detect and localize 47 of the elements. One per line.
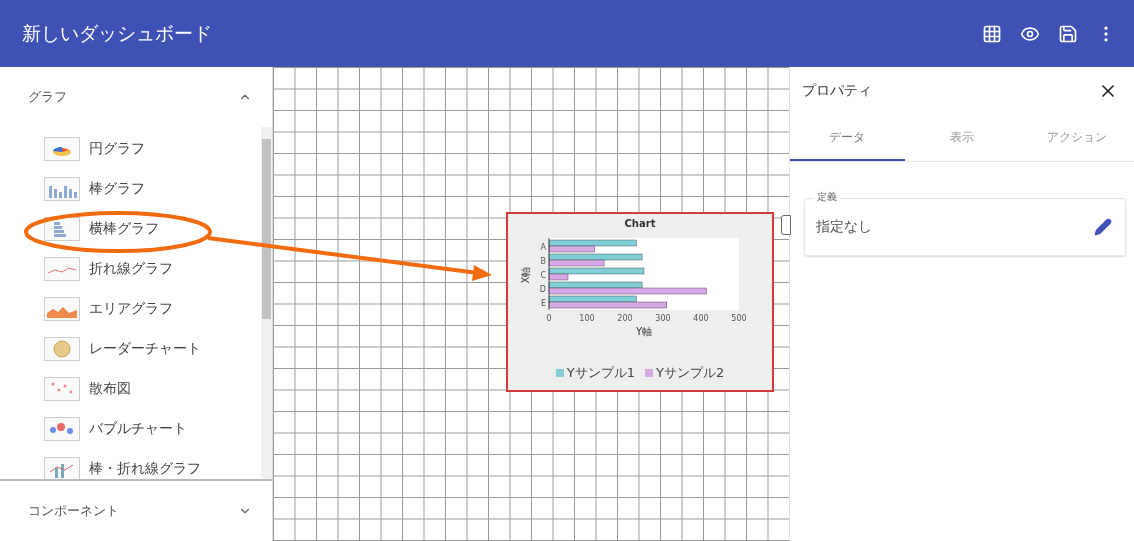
- chart-widget[interactable]: Chart A B C D E 0 100 200 300 400 500 Y軸 X軸 Yサンプル1 Yサンプル2: [506, 212, 774, 392]
- chart-title: Chart: [624, 218, 656, 229]
- tick-label: 400: [693, 314, 709, 323]
- save-icon[interactable]: [1058, 23, 1078, 44]
- tick-label: 300: [655, 314, 671, 323]
- chart-type-item[interactable]: バブルチャート: [0, 409, 261, 450]
- tick-label: 500: [731, 314, 747, 323]
- area-chart-icon: [44, 297, 80, 322]
- tick-label: 100: [579, 314, 595, 323]
- category-label: C: [540, 271, 546, 280]
- scrollbar[interactable]: [261, 127, 272, 479]
- category-label: E: [540, 299, 546, 308]
- chart-type-item[interactable]: 横棒グラフ: [0, 209, 261, 250]
- tab[interactable]: データ: [790, 115, 905, 161]
- legend-label: Yサンプル2: [656, 364, 725, 382]
- chart-type-item[interactable]: 散布図: [0, 369, 261, 410]
- bubble-chart-icon: [44, 417, 80, 442]
- grid-icon[interactable]: [982, 23, 1002, 44]
- tick-label: 200: [617, 314, 633, 323]
- scatter-chart-icon: [44, 377, 80, 402]
- radar-chart-icon: [44, 337, 80, 362]
- widget-handle[interactable]: [781, 215, 791, 235]
- chart-type-item[interactable]: エリアグラフ: [0, 289, 261, 330]
- combo-chart-icon: [44, 457, 80, 479]
- pie-chart-icon: [44, 137, 80, 162]
- chart-type-item[interactable]: 棒グラフ: [0, 169, 261, 210]
- dashboard-title: 新しいダッシュボード: [22, 20, 213, 46]
- chart-type-item[interactable]: 折れ線グラフ: [0, 249, 261, 290]
- bar-chart-icon: [44, 177, 80, 202]
- category-label: A: [540, 243, 546, 252]
- definition-field[interactable]: 定義 指定なし: [804, 190, 1126, 256]
- legend-swatch: [645, 369, 653, 377]
- x-axis-label: Y軸: [635, 326, 653, 337]
- edit-button[interactable]: [1094, 218, 1112, 236]
- category-label: B: [540, 257, 546, 266]
- field-value: 指定なし: [816, 218, 873, 236]
- chart-type-item[interactable]: 棒・折れ線グラフ: [0, 449, 261, 479]
- category-label: D: [539, 285, 546, 294]
- legend-swatch: [555, 369, 564, 377]
- line-chart-icon: [44, 257, 80, 282]
- legend-label: Yサンプル1: [566, 364, 635, 382]
- chart-type-item[interactable]: レーダーチャート: [0, 329, 261, 370]
- chart-type-item[interactable]: 円グラフ: [0, 129, 261, 170]
- field-label: 定義: [814, 190, 840, 204]
- panel-title: プロパティ: [802, 82, 872, 100]
- y-axis-label: X軸: [520, 266, 531, 284]
- tick-label: 0: [546, 314, 552, 323]
